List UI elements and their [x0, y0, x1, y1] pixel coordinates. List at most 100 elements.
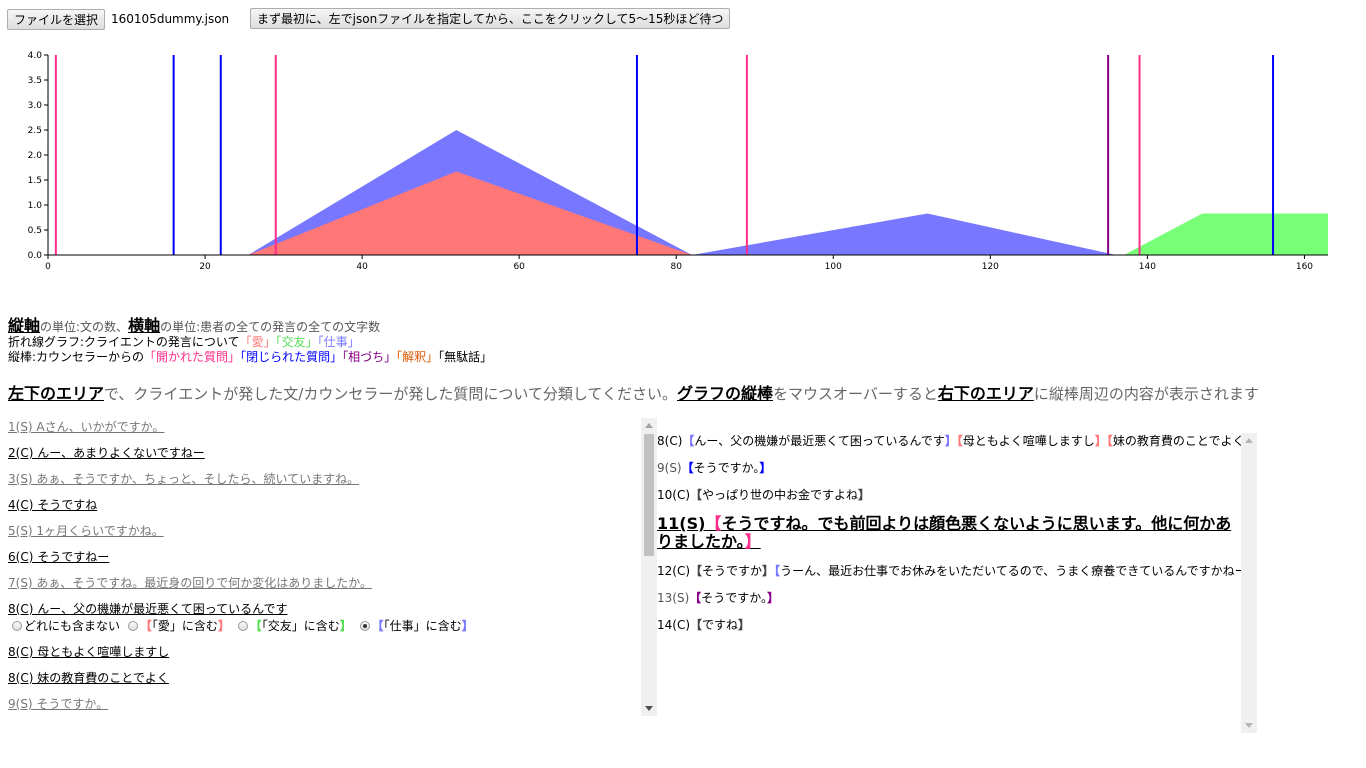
- chart-legend: 縦軸の単位:文の数、横軸の単位:患者の全ての発言の全ての文字数 折れ線グラフ:ク…: [8, 318, 492, 365]
- segment-text: そうですね。でも前回よりは顔色悪くないように思います。他に何かありましたか。: [657, 514, 1232, 551]
- segment-text: そうですか: [702, 564, 763, 578]
- classification-list: 1(S) Aさん、いかがですか。 2(C) んー、あまりよくないですねー 3(S…: [8, 414, 656, 716]
- list-item[interactable]: 1(S) Aさん、いかがですか。: [8, 414, 656, 440]
- bracket-icon: 】: [1094, 434, 1107, 448]
- legend-closed-question: 「閉じられた質問」: [240, 350, 343, 364]
- y-tick-label: 1.0: [28, 201, 43, 211]
- file-select-button[interactable]: ファイルを選択: [7, 8, 106, 30]
- bracket-icon: 【: [249, 619, 262, 633]
- legend-friend: 「交友」: [275, 335, 318, 349]
- x-tick-label: 160: [1296, 262, 1313, 272]
- list-item[interactable]: 8(C) 妹の教育費のことでよく: [8, 665, 656, 691]
- y-tick-label: 0.5: [28, 226, 42, 236]
- line-graph-legend: 折れ線グラフ:クライエントの発言について「愛」「交友」「仕事」: [8, 335, 492, 350]
- scroll-up-icon[interactable]: [645, 423, 653, 428]
- selected-file-name: 160105dummy.json: [111, 12, 230, 26]
- bracket-icon: 【: [705, 514, 722, 533]
- x-tick-label: 20: [199, 262, 211, 272]
- context-line: 13(S)【そうですか。】: [657, 585, 1241, 612]
- left-scrollbar[interactable]: [641, 418, 657, 716]
- context-line: 12(C)【そうですか】【うーん、最近お仕事でお休みをいただいてるので、うまく療…: [657, 558, 1241, 585]
- bracket-icon: 】: [738, 618, 751, 632]
- list-item[interactable]: 4(C) そうですね: [8, 492, 656, 518]
- y-tick-label: 2.5: [28, 126, 42, 136]
- list-item[interactable]: 3(S) あぁ、そうですか、ちょっと、そしたら、続いていますね。: [8, 466, 656, 492]
- segment-text: 母ともよく喧嘩しますし: [962, 434, 1095, 448]
- area-交友: [1123, 213, 1328, 255]
- bracket-icon: 】: [767, 591, 780, 605]
- line-label: 8(C): [657, 434, 683, 448]
- x-tick-label: 100: [825, 262, 842, 272]
- context-line-focused: 11(S)【そうですね。でも前回よりは顔色悪くないように思います。他に何かありま…: [657, 509, 1241, 558]
- legend-interpretation: 「解釈」: [396, 350, 439, 364]
- radio-work-label: 「仕事」に含む: [383, 619, 462, 633]
- list-item[interactable]: 6(C) そうですねー: [8, 544, 656, 570]
- horizontal-axis-label: 横軸: [128, 316, 161, 335]
- bracket-icon: 】: [858, 488, 871, 502]
- x-tick-label: 140: [1139, 262, 1156, 272]
- bracket-icon: 【: [690, 564, 703, 578]
- bottom-right-area-label: 右下のエリア: [937, 384, 1034, 403]
- bracket-icon: 【: [139, 619, 152, 633]
- scroll-down-icon[interactable]: [645, 706, 653, 711]
- list-item[interactable]: 9(S) そうですか。: [8, 691, 656, 716]
- segment-text: そうですか。: [701, 591, 768, 605]
- legend-aizuchi: 「相づち」: [342, 350, 397, 364]
- y-tick-label: 3.0: [28, 101, 43, 111]
- list-item[interactable]: 5(S) 1ヶ月くらいですかね。: [8, 518, 656, 544]
- bracket-icon: 】: [339, 619, 352, 633]
- y-tick-label: 4.0: [28, 51, 43, 61]
- context-line: 10(C)【やっぱり世の中お金ですよね】: [657, 482, 1241, 509]
- x-tick-label: 80: [670, 262, 682, 272]
- radio-friend[interactable]: [237, 621, 248, 631]
- bars-prefix: 縦棒:カウンセラーからの: [8, 350, 145, 364]
- bracket-icon: 【: [682, 434, 695, 448]
- x-tick-label: 0: [45, 262, 51, 272]
- bracket-icon: 【: [689, 591, 702, 605]
- y-tick-label: 1.5: [28, 176, 42, 186]
- bar-legend: 縦棒:カウンセラーからの「開かれた質問」「閉じられた質問」「相づち」「解釈」「無…: [8, 350, 492, 365]
- radio-love[interactable]: [127, 621, 138, 631]
- list-item[interactable]: 8(C) 母ともよく喧嘩しますし: [8, 639, 656, 665]
- bracket-icon: 】: [944, 434, 957, 448]
- context-line: 9(S)【そうですか。】: [657, 455, 1241, 482]
- horizontal-unit-text: の単位:患者の全ての発言の全ての文字数: [160, 320, 381, 334]
- scroll-thumb[interactable]: [644, 434, 654, 556]
- x-tick-label: 40: [356, 262, 368, 272]
- context-line: 8(C)【んー、父の機嫌が最近悪くて困っているんです】【母ともよく喧嘩しますし】…: [657, 428, 1241, 455]
- list-item[interactable]: 7(S) あぁ、そうですね。最近身の回りで何か変化はありましたか。: [8, 570, 656, 596]
- bracket-icon: 】: [759, 461, 772, 475]
- category-radio-group: どれにも含まない 【「愛」に含む】 【「交友」に含む】 【「仕事」に含む】: [12, 617, 656, 635]
- segment-text: うーん、最近お仕事でお休みをいただいてるので、うまく療養できているんですかねー: [780, 564, 1241, 578]
- list-item[interactable]: 2(C) んー、あまりよくないですねー: [8, 440, 656, 466]
- radio-none[interactable]: [12, 621, 22, 631]
- line-label: 9(S): [657, 461, 682, 475]
- y-tick-label: 0.0: [28, 251, 43, 261]
- x-tick-label: 120: [982, 262, 999, 272]
- right-scrollbar[interactable]: [1241, 433, 1257, 733]
- bracket-icon: 【: [681, 461, 694, 475]
- vertical-unit-text: の単位:文の数、: [40, 320, 129, 334]
- legend-work: 「仕事」: [317, 335, 360, 349]
- instructions-text-2: をマウスオーバーすると: [773, 385, 938, 403]
- bracket-icon: 【: [690, 488, 703, 502]
- bracket-icon: 】: [744, 532, 761, 551]
- run-analysis-button[interactable]: まず最初に、左でjsonファイルを指定してから、ここをクリックして5〜15秒ほど…: [250, 8, 731, 29]
- line-label: 12(C): [657, 564, 691, 578]
- legend-love: 「愛」: [239, 335, 276, 349]
- axis-units-line: 縦軸の単位:文の数、横軸の単位:患者の全ての発言の全ての文字数: [8, 318, 492, 335]
- scroll-up-icon[interactable]: [1245, 438, 1253, 443]
- line-label: 11(S): [657, 514, 706, 533]
- line-label: 13(S): [657, 591, 690, 605]
- bracket-icon: 【: [371, 619, 384, 633]
- context-panel: 8(C)【んー、父の機嫌が最近悪くて困っているんです】【母ともよく喧嘩しますし】…: [657, 428, 1241, 728]
- scroll-down-icon[interactable]: [1245, 723, 1253, 728]
- utterance-chart: 0.0 0.5 1.0 1.5 2.0 2.5 3.0 3.5 4.0 0 20 40 60 80 100 1…: [28, 51, 1328, 272]
- radio-friend-label: 「交友」に含む: [261, 619, 340, 633]
- segment-text: 妹の教育費のことでよく: [1112, 434, 1241, 448]
- legend-small-talk: 「無駄話」: [438, 350, 493, 364]
- area-愛: [248, 171, 692, 255]
- bracket-icon: 】: [762, 564, 775, 578]
- radio-work[interactable]: [359, 621, 370, 631]
- graph-bar-label: グラフの縦棒: [676, 384, 773, 403]
